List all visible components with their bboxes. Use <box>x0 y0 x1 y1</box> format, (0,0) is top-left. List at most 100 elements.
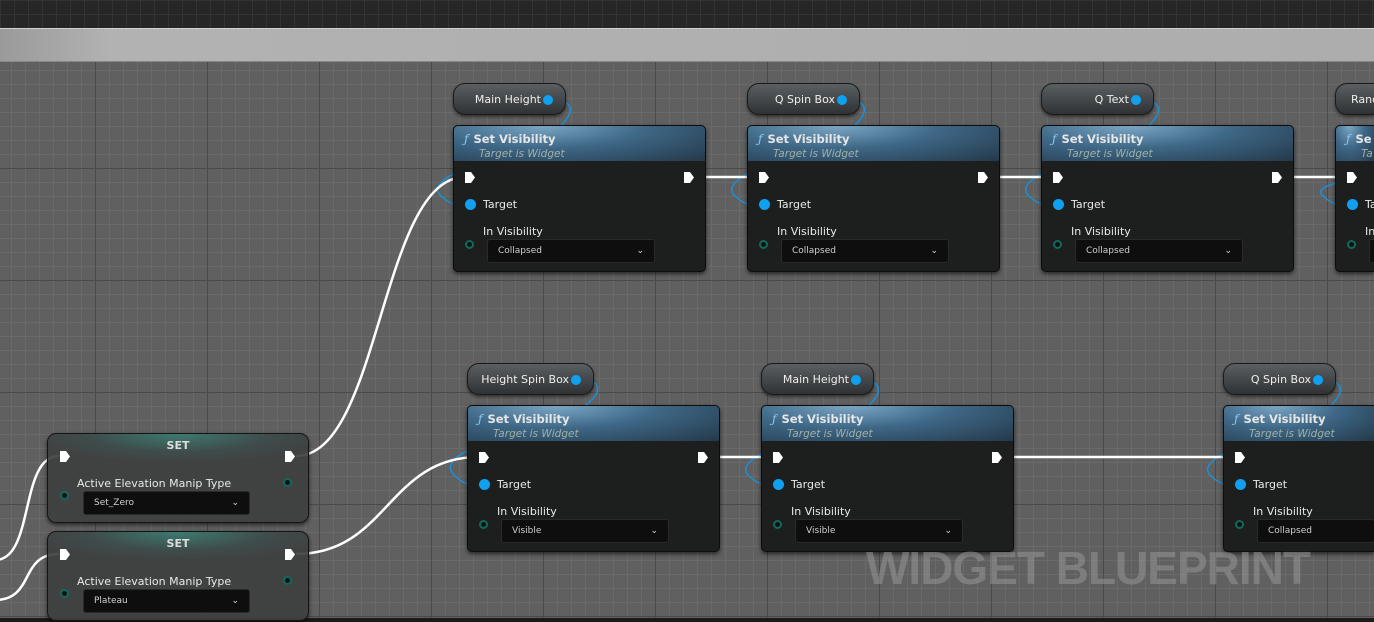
variable-name: Rand <box>1351 92 1374 106</box>
visibility-dropdown[interactable]: Collapsed ⌄ <box>487 239 655 263</box>
chevron-down-icon: ⌄ <box>944 526 952 536</box>
visibility-pin[interactable] <box>465 240 474 249</box>
object-out-pin[interactable] <box>543 95 553 105</box>
visibility-pin[interactable] <box>1347 240 1356 249</box>
object-out-pin[interactable] <box>837 95 847 105</box>
node-title: Set Visibility <box>487 412 570 426</box>
enum-out-pin[interactable] <box>283 478 292 487</box>
visibility-pin[interactable] <box>759 240 768 249</box>
exec-out-pin[interactable] <box>978 172 988 183</box>
exec-in-pin[interactable] <box>1235 452 1245 463</box>
chevron-down-icon: ⌄ <box>231 596 239 606</box>
variable-getter-node[interactable]: Rand <box>1335 83 1374 115</box>
variable-getter-node[interactable]: Q Spin Box <box>1223 363 1336 395</box>
node-subtitle: Target is Widget <box>787 428 873 440</box>
target-pin[interactable] <box>465 199 476 210</box>
enum-in-pin[interactable] <box>60 589 69 598</box>
dropdown-value: Collapsed <box>498 246 542 256</box>
set-visibility-node[interactable]: ƒ Se Ta Ta In <box>1335 125 1374 272</box>
variable-getter-node[interactable]: Main Height <box>453 83 566 115</box>
set-visibility-node[interactable]: ƒ Set Visibility Target is Widget Target In … <box>1041 125 1294 272</box>
visibility-pin[interactable] <box>1053 240 1062 249</box>
function-icon: ƒ <box>478 412 483 426</box>
exec-out-pin[interactable] <box>698 452 708 463</box>
param-label: In Visibility <box>1253 505 1313 518</box>
node-header: ƒ Set Visibility Target is Widget <box>454 126 705 161</box>
set-visibility-node[interactable]: ƒ Set Visibility Target is Widget Target In … <box>453 125 706 272</box>
graph-background-upper <box>0 0 1374 28</box>
chevron-down-icon: ⌄ <box>930 246 938 256</box>
exec-in-pin[interactable] <box>465 172 475 183</box>
object-out-pin[interactable] <box>851 375 861 385</box>
node-header: ƒ Set Visibility Target is Widget <box>762 406 1013 441</box>
exec-in-pin[interactable] <box>1347 172 1357 183</box>
visibility-dropdown[interactable]: Collapsed ⌄ <box>781 239 949 263</box>
exec-out-pin[interactable] <box>684 172 694 183</box>
function-icon: ƒ <box>1234 412 1239 426</box>
node-title: Set Visibility <box>767 132 850 146</box>
variable-name: Q Spin Box <box>1250 372 1311 386</box>
exec-out-pin[interactable] <box>992 452 1002 463</box>
target-label: Target <box>483 198 518 211</box>
visibility-pin[interactable] <box>773 520 782 529</box>
exec-in-pin[interactable] <box>479 452 489 463</box>
set-visibility-node[interactable]: ƒ Set Visibility Target is Widget Target In … <box>1223 405 1374 552</box>
object-out-pin[interactable] <box>1313 375 1323 385</box>
variable-name: Height Spin Box <box>481 372 569 386</box>
dropdown-value: Plateau <box>94 596 128 606</box>
variable-label: Active Elevation Manip Type <box>77 575 232 588</box>
exec-out-pin[interactable] <box>1272 172 1282 183</box>
node-subtitle: Target is Widget <box>479 148 565 160</box>
visibility-dropdown[interactable]: Visible ⌄ <box>501 519 669 543</box>
visibility-dropdown[interactable]: Collapsed ⌄ <box>1075 239 1243 263</box>
target-pin[interactable] <box>1235 479 1246 490</box>
enum-dropdown[interactable]: Set_Zero ⌄ <box>83 491 250 515</box>
enum-in-pin[interactable] <box>60 491 69 500</box>
variable-name: Main Height <box>782 372 849 386</box>
dropdown-value: Visible <box>512 526 542 536</box>
exec-in-pin[interactable] <box>1053 172 1063 183</box>
node-header: ƒ Set Visibility Target is Widget <box>1042 126 1293 161</box>
variable-getter-node[interactable]: Main Height <box>761 363 874 395</box>
node-title: Set Visibility <box>1243 412 1326 426</box>
param-label: In Visibility <box>777 225 837 238</box>
enum-dropdown[interactable]: Plateau ⌄ <box>83 589 250 613</box>
target-pin[interactable] <box>773 479 784 490</box>
set-visibility-node[interactable]: ƒ Set Visibility Target is Widget Target In … <box>747 125 1000 272</box>
set-visibility-node[interactable]: ƒ Set Visibility Target is Widget Target In … <box>761 405 1014 552</box>
variable-getter-node[interactable]: Height Spin Box <box>467 363 594 395</box>
visibility-pin[interactable] <box>1235 520 1244 529</box>
object-out-pin[interactable] <box>571 375 581 385</box>
function-icon: ƒ <box>464 132 469 146</box>
set-visibility-node[interactable]: ƒ Set Visibility Target is Widget Target In … <box>467 405 720 552</box>
function-icon: ƒ <box>772 412 777 426</box>
set-variable-node[interactable]: SET Active Elevation Manip Type Plateau ⌄ <box>47 531 309 621</box>
node-subtitle: Target is Widget <box>773 148 859 160</box>
object-out-pin[interactable] <box>1131 95 1141 105</box>
node-header: ƒ Set Visibility Target is Widget <box>468 406 719 441</box>
set-variable-node[interactable]: SET Active Elevation Manip Type Set_Zero ⌄ <box>47 433 309 523</box>
graph-watermark: WIDGET BLUEPRINT <box>866 542 1311 594</box>
node-subtitle: Target is Widget <box>1067 148 1153 160</box>
exec-in-pin[interactable] <box>759 172 769 183</box>
node-title: Se <box>1355 132 1372 146</box>
target-pin[interactable] <box>1347 199 1358 210</box>
function-icon: ƒ <box>758 132 763 146</box>
variable-name: Q Spin Box <box>774 92 835 106</box>
visibility-pin[interactable] <box>479 520 488 529</box>
target-label: Target <box>777 198 812 211</box>
target-label: Target <box>497 478 532 491</box>
graph-header-bar <box>0 28 1374 62</box>
variable-getter-node[interactable]: Q Text <box>1041 83 1154 115</box>
exec-in-pin[interactable] <box>773 452 783 463</box>
target-pin[interactable] <box>1053 199 1064 210</box>
target-pin[interactable] <box>759 199 770 210</box>
node-header: ƒ Set Visibility Target is Widget <box>748 126 999 161</box>
variable-getter-node[interactable]: Q Spin Box <box>747 83 860 115</box>
target-label: Target <box>1071 198 1106 211</box>
enum-out-pin[interactable] <box>283 576 292 585</box>
target-pin[interactable] <box>479 479 490 490</box>
node-subtitle: Ta <box>1361 148 1373 160</box>
visibility-dropdown[interactable] <box>1369 239 1374 263</box>
chevron-down-icon: ⌄ <box>650 526 658 536</box>
